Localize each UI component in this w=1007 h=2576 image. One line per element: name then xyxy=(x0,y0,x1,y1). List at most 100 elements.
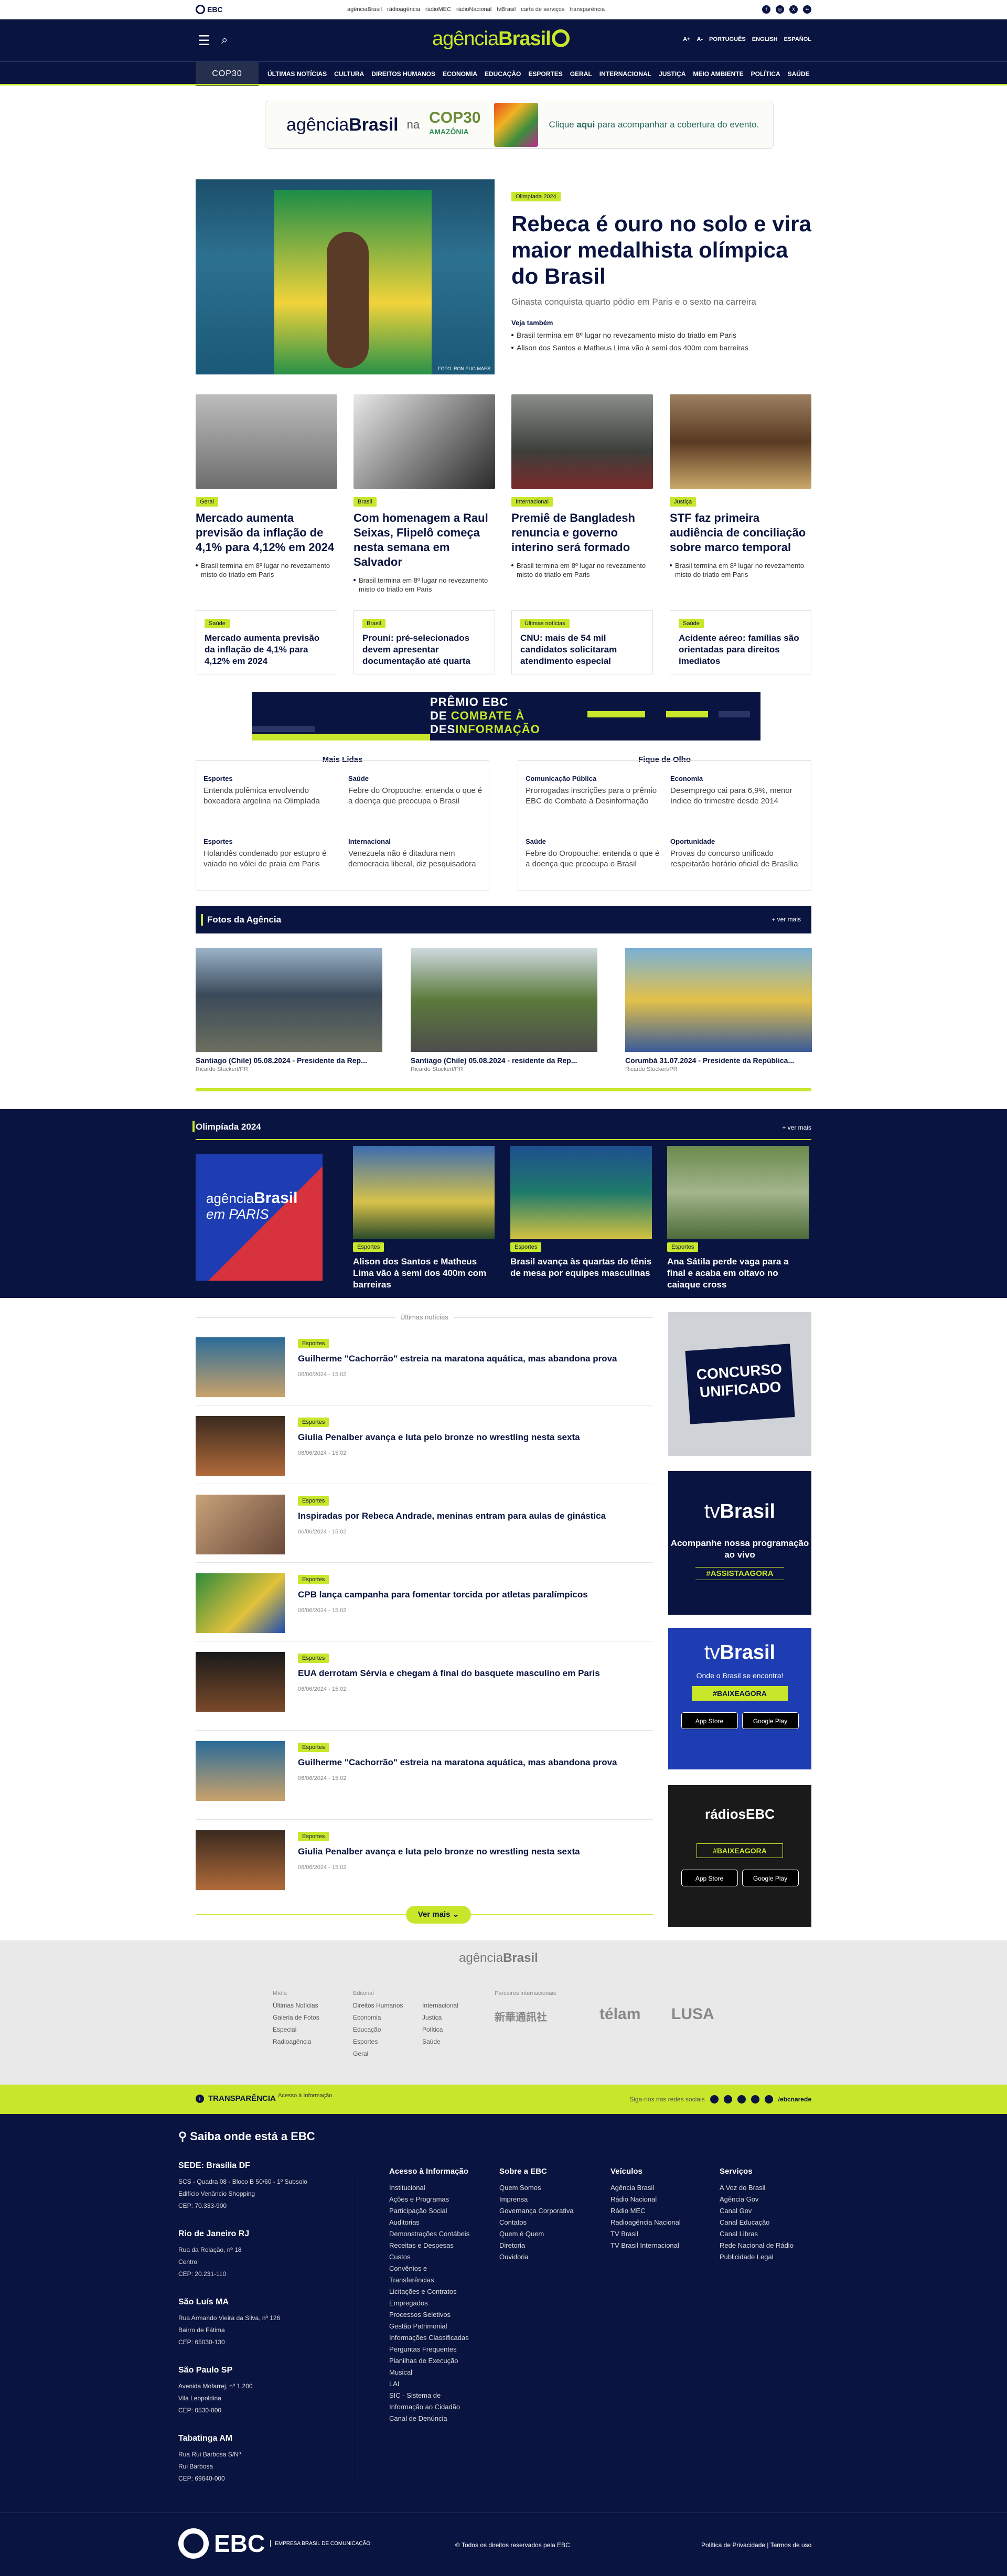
youtube-icon[interactable] xyxy=(751,2095,759,2103)
nav-item-esportes[interactable]: ESPORTES xyxy=(528,70,562,78)
lang-portugues[interactable]: PORTUGUÊS xyxy=(709,36,746,42)
flickr-icon[interactable]: •• xyxy=(803,5,811,14)
list-item[interactable]: Esportes Holandês condenado por estupro é… xyxy=(203,838,340,870)
photo-card[interactable]: Santiago (Chile) 05.08.2024 - residente … xyxy=(411,948,597,1072)
x-icon[interactable] xyxy=(737,2095,746,2103)
agencia-brasil-logo[interactable]: agênciaBrasil xyxy=(432,28,570,50)
google-play-button[interactable]: Google Play xyxy=(742,1712,799,1729)
hamburger-menu-icon[interactable]: ☰ xyxy=(198,33,210,49)
photo-card[interactable]: Santiago (Chile) 05.08.2024 - Presidente… xyxy=(196,948,382,1072)
premio-ebc-banner[interactable]: PRÊMIO EBC DE COMBATE À DESINFORMAÇÃO xyxy=(252,692,760,740)
news-card[interactable]: Geral Mercado aumenta previsão da inflaç… xyxy=(196,394,337,579)
news-card[interactable]: Brasil Com homenagem a Raul Seixas, Flip… xyxy=(353,394,495,594)
agencia-brasil-em-paris-logo[interactable]: agênciaBrasil em PARIS xyxy=(196,1154,323,1281)
news-card[interactable]: Justiça STF faz primeira audiência de co… xyxy=(670,394,811,579)
footer-agencia-logo[interactable]: agênciaBrasil xyxy=(459,1951,538,1966)
nav-item-ultimas[interactable]: ÚLTIMAS NOTÍCIAS xyxy=(267,70,327,78)
facebook-icon[interactable]: f xyxy=(762,5,770,14)
app-store-button[interactable]: App Store xyxy=(681,1712,738,1729)
instagram-icon[interactable] xyxy=(723,2095,732,2103)
list-item[interactable]: Esportes Entenda polêmica envolvendo boxe… xyxy=(203,775,340,807)
ebc-logo[interactable]: EBC xyxy=(196,5,223,14)
nav-item-meio-ambiente[interactable]: MEIO AMBIENTE xyxy=(693,70,743,78)
lang-english[interactable]: ENGLISH xyxy=(752,36,778,42)
nav-item-saude[interactable]: SAÚDE xyxy=(788,70,810,78)
nav-item-educacao[interactable]: EDUCAÇÃO xyxy=(485,70,521,78)
instagram-icon[interactable]: ◎ xyxy=(776,5,784,14)
nav-item-direitos[interactable]: DIREITOS HUMANOS xyxy=(371,70,435,78)
hero-tag[interactable]: Olimpíada 2024 xyxy=(511,192,561,201)
privacy-terms-links[interactable]: Política de Privacidade | Termos de uso xyxy=(701,2541,811,2549)
news-image xyxy=(196,1830,285,1890)
headline-box[interactable]: Saúde Acidente aéreo: famílias são orient… xyxy=(670,610,811,674)
ebc-footer-logo[interactable]: EBC EMPRESA BRASIL DE COMUNICAÇÃO xyxy=(178,2528,370,2559)
headline-box[interactable]: Últimas notícias CNU: mais de 54 mil cand… xyxy=(511,610,653,674)
headline-box[interactable]: Brasil Prouni: pré-selecionados devem apr… xyxy=(353,610,495,674)
hero-subtitle: Ginasta conquista quarto pódio em Paris … xyxy=(511,297,756,307)
tvbrasil-play-ad[interactable]: tvBrasil Onde o Brasil se encontra! #BAI… xyxy=(668,1628,811,1769)
news-card[interactable]: Internacional Premiê de Bangladesh renun… xyxy=(511,394,653,579)
link-carta-servicos[interactable]: carta de serviços xyxy=(521,6,564,13)
news-row[interactable]: Esportes EUA derrotam Sérvia e chegam à f… xyxy=(196,1641,653,1731)
nav-item-politica[interactable]: POLÍTICA xyxy=(751,70,780,78)
font-decrease-button[interactable]: A- xyxy=(697,36,703,42)
linkedin-icon[interactable] xyxy=(764,2095,773,2103)
facebook-icon[interactable] xyxy=(710,2095,719,2103)
link-radiomec[interactable]: rádioMEC xyxy=(425,6,451,13)
headline-box[interactable]: Saúde Mercado aumenta previsão da inflaçã… xyxy=(196,610,337,674)
lang-espanol[interactable]: ESPAÑOL xyxy=(784,36,811,42)
tvbrasil-ad[interactable]: tvBrasil Acompanhe nossa programação ao … xyxy=(668,1471,811,1615)
nav-item-cultura[interactable]: CULTURA xyxy=(334,70,364,78)
related-link[interactable]: Alison dos Santos e Matheus Lima vão à s… xyxy=(511,344,811,352)
olympic-card[interactable]: Esportes Alison dos Santos e Matheus Lim… xyxy=(353,1146,495,1291)
list-item[interactable]: Oportunidade Provas do concurso unificado… xyxy=(670,838,807,870)
news-row[interactable]: Esportes Giulia Penalber avança e luta pe… xyxy=(196,1405,653,1484)
nav-item-economia[interactable]: ECONOMIA xyxy=(443,70,477,78)
lusa-logo[interactable]: LUSA xyxy=(671,2005,714,2023)
link-transparencia[interactable]: transparência xyxy=(570,6,605,13)
fotos-ver-mais-link[interactable]: + ver mais xyxy=(772,916,801,923)
nav-item-internacional[interactable]: INTERNACIONAL xyxy=(599,70,651,78)
news-row[interactable]: Esportes CPB lança campanha para fomentar… xyxy=(196,1563,653,1641)
list-item[interactable]: Economia Desemprego cai para 6,9%, menor … xyxy=(670,775,807,807)
olimpiada-ver-mais-link[interactable]: + ver mais xyxy=(782,1124,811,1131)
list-item[interactable]: Internacional Venezuela não é ditadura ne… xyxy=(348,838,485,870)
list-item[interactable]: Saúde Febre do Oropouche: entenda o que é… xyxy=(348,775,485,807)
hero-image[interactable]: FOTO: RON PUG MAES xyxy=(196,179,495,374)
news-row[interactable]: Esportes Inspiradas por Rebeca Andrade, m… xyxy=(196,1484,653,1563)
olympic-card[interactable]: Esportes Brasil avança às quartas do tên… xyxy=(510,1146,652,1279)
news-row[interactable]: Esportes Guilherme "Cachorrão" estreia na… xyxy=(196,1731,653,1820)
news-image xyxy=(196,1741,285,1801)
x-icon[interactable]: X xyxy=(789,5,798,14)
nav-item-geral[interactable]: GERAL xyxy=(570,70,592,78)
font-increase-button[interactable]: A+ xyxy=(683,36,690,42)
concurso-unificado-ad[interactable]: CONCURSO UNIFICADO xyxy=(668,1312,811,1456)
news-row[interactable]: Esportes Giulia Penalber avança e luta pe… xyxy=(196,1820,653,1904)
hero-title[interactable]: Rebeca é ouro no solo e vira maior medal… xyxy=(511,211,811,289)
olimpiada-section: Olimpíada 2024 + ver mais agênciaBrasil e… xyxy=(0,1109,1007,1298)
link-radioagencia[interactable]: rádioagência xyxy=(387,6,420,13)
google-play-button[interactable]: Google Play xyxy=(742,1870,799,1886)
link-agenciabrasil[interactable]: agênciaBrasil xyxy=(347,6,382,13)
telam-logo[interactable]: télam xyxy=(599,2005,640,2023)
app-store-button[interactable]: App Store xyxy=(681,1870,738,1886)
nav-item-justica[interactable]: JUSTIÇA xyxy=(659,70,685,78)
social-links: f ◎ X •• xyxy=(762,5,811,14)
cop30-banner[interactable]: agênciaBrasil na COP30 AMAZÔNIA Clique aq… xyxy=(265,101,774,149)
news-row[interactable]: Esportes Guilherme "Cachorrão" estreia na… xyxy=(196,1327,653,1405)
radios-ebc-ad[interactable]: rádiosEBC #BAIXEAGORA App Store Google Pl… xyxy=(668,1785,811,1927)
list-item[interactable]: Comunicação Pública Prorrogadas inscriçõe… xyxy=(526,775,662,807)
link-radionacional[interactable]: rádioNacional xyxy=(456,6,491,13)
ver-mais-button[interactable]: Ver mais ⌄ xyxy=(406,1906,471,1924)
link-tvbrasil[interactable]: tvBrasil xyxy=(497,6,516,13)
transparencia-link[interactable]: i TRANSPARÊNCIA xyxy=(196,2094,276,2103)
list-item[interactable]: Saúde Febre do Oropouche: entenda o que é… xyxy=(526,838,662,870)
xinhua-logo[interactable]: 新華通訊社 xyxy=(495,2009,547,2024)
location-block: São Luís MA Rua Armando Vieira da Silva, … xyxy=(178,2298,281,2346)
photo-card[interactable]: Corumbá 31.07.2024 - Presidente da Repúb… xyxy=(625,948,812,1072)
search-icon[interactable]: ⌕ xyxy=(221,33,228,47)
related-link[interactable]: Brasil termina em 8º lugar no revezament… xyxy=(511,331,811,339)
olympic-card[interactable]: Esportes Ana Sátila perde vaga para a fi… xyxy=(667,1146,809,1291)
nav-cop30[interactable]: COP30 xyxy=(196,62,259,86)
location-block: Rio de Janeiro RJ Rua da Relação, nº 18 Ce… xyxy=(178,2229,250,2278)
